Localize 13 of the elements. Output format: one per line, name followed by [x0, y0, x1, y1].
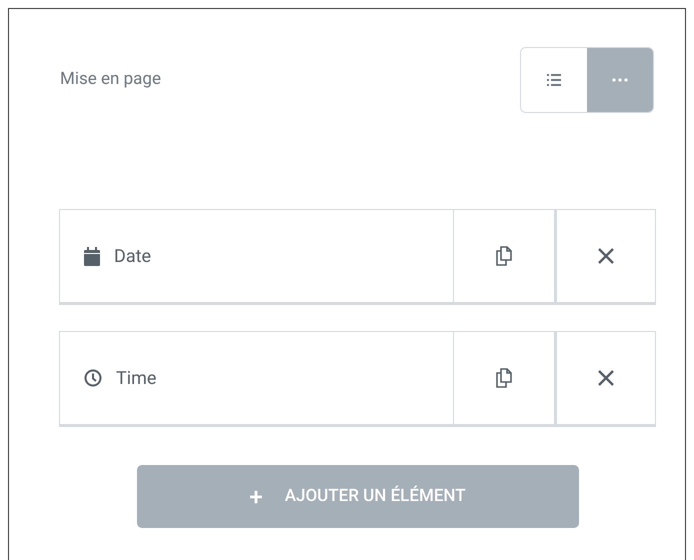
copy-icon — [496, 368, 512, 388]
item-label[interactable]: Date — [60, 210, 453, 302]
item-label[interactable]: Time — [60, 332, 453, 424]
close-icon — [597, 369, 615, 387]
close-icon — [597, 247, 615, 265]
section-title: Mise en page — [59, 68, 161, 92]
copy-icon — [496, 246, 512, 266]
view-toggle[interactable] — [587, 48, 653, 112]
list-icon — [547, 74, 561, 86]
plus-icon: + — [249, 484, 263, 508]
clock-icon — [84, 369, 102, 387]
calendar-icon — [84, 246, 100, 266]
more-icon — [612, 78, 628, 82]
